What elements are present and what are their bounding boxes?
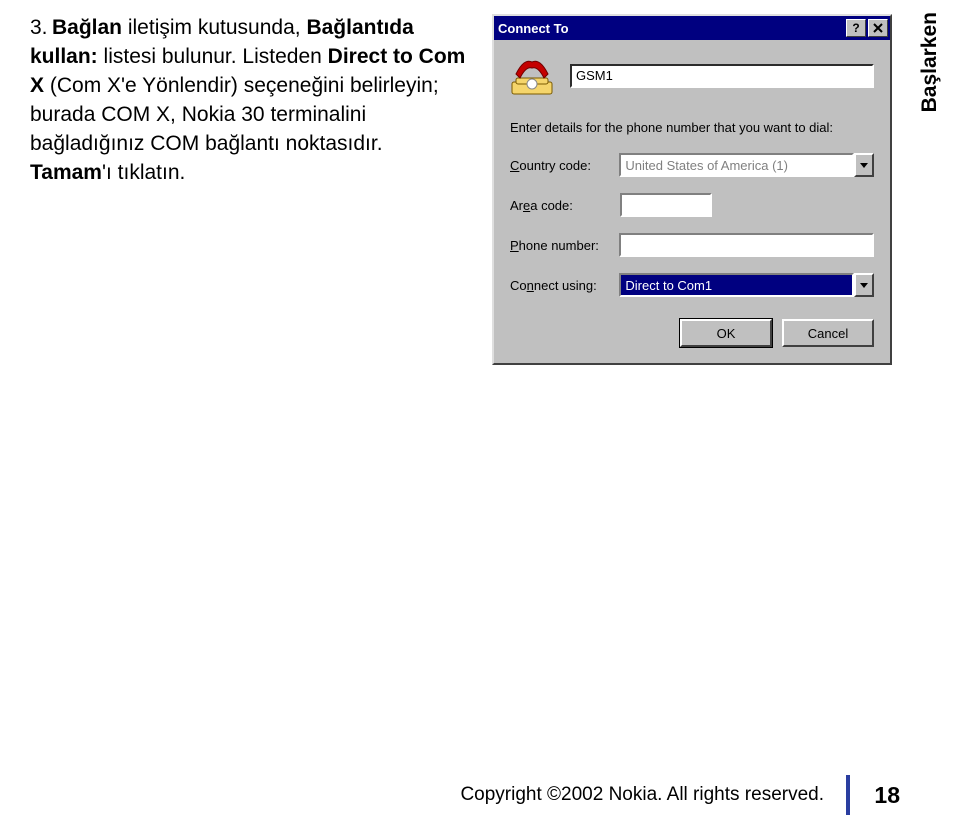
phone-number-input[interactable] <box>619 233 874 257</box>
cancel-label: Cancel <box>808 326 848 341</box>
dialog-button-row: OK Cancel <box>510 319 874 347</box>
dialog-titlebar: Connect To ? <box>494 16 890 40</box>
cancel-button[interactable]: Cancel <box>782 319 874 347</box>
close-icon <box>873 23 883 33</box>
page: 3.Bağlan iletişim kutusunda, Bağlantıda … <box>0 0 960 833</box>
page-footer: Copyright ©2002 Nokia. All rights reserv… <box>0 775 960 815</box>
side-tab-label: Başlarken <box>918 12 942 112</box>
ok-label: OK <box>717 326 736 341</box>
copyright-text: Copyright ©2002 Nokia. All rights reserv… <box>460 784 824 806</box>
footer-divider <box>846 775 850 815</box>
connection-name-input[interactable]: GSM1 <box>570 64 874 88</box>
connection-name-value: GSM1 <box>576 68 613 83</box>
connect-to-dialog: Connect To ? <box>492 14 892 365</box>
country-value: United States of America (1) <box>619 153 854 177</box>
dropdown-button[interactable] <box>854 153 874 177</box>
text-frag: iletişim kutusunda, <box>122 16 306 39</box>
ok-button[interactable]: OK <box>680 319 772 347</box>
area-row: Areea code:a code: <box>510 193 874 217</box>
country-label: Country code: <box>510 158 619 173</box>
connect-using-dropdown[interactable]: Direct to Com1 <box>619 273 874 297</box>
connect-label: Connect using: <box>510 278 619 293</box>
connect-row: Connect using: Direct to Com1 <box>510 273 874 297</box>
name-row: GSM1 <box>510 54 874 98</box>
country-row: Country code: United States of America (… <box>510 153 874 177</box>
content-columns: 3.Bağlan iletişim kutusunda, Bağlantıda … <box>30 14 900 365</box>
text-frag: 'ı tıklatın. <box>102 161 185 184</box>
phone-icon <box>510 54 554 98</box>
area-code-input[interactable] <box>620 193 712 217</box>
text-frag: (Com X'e Yönlendir) seçeneğini belirleyi… <box>30 74 439 155</box>
bold-baglan: Bağlan <box>52 16 122 39</box>
area-label: Areea code:a code: <box>510 198 620 213</box>
chevron-down-icon <box>860 283 868 288</box>
chevron-down-icon <box>860 163 868 168</box>
dialog-title: Connect To <box>498 21 844 36</box>
help-button[interactable]: ? <box>846 19 866 37</box>
close-button[interactable] <box>868 19 888 37</box>
help-icon: ? <box>852 22 859 34</box>
phone-label: Phone number: <box>510 238 619 253</box>
step-number: 3. <box>30 14 52 43</box>
dropdown-button[interactable] <box>854 273 874 297</box>
page-number: 18 <box>868 782 900 809</box>
phone-row: Phone number: <box>510 233 874 257</box>
dialog-body: GSM1 Enter details for the phone number … <box>494 40 890 363</box>
dialog-instruction: Enter details for the phone number that … <box>510 120 874 135</box>
connect-using-value: Direct to Com1 <box>619 273 854 297</box>
bold-tamam: Tamam <box>30 161 102 184</box>
country-dropdown[interactable]: United States of America (1) <box>619 153 874 177</box>
instruction-text: 3.Bağlan iletişim kutusunda, Bağlantıda … <box>30 14 470 365</box>
step-3: 3.Bağlan iletişim kutusunda, Bağlantıda … <box>30 14 470 188</box>
text-frag: listesi bulunur. Listeden <box>98 45 328 68</box>
